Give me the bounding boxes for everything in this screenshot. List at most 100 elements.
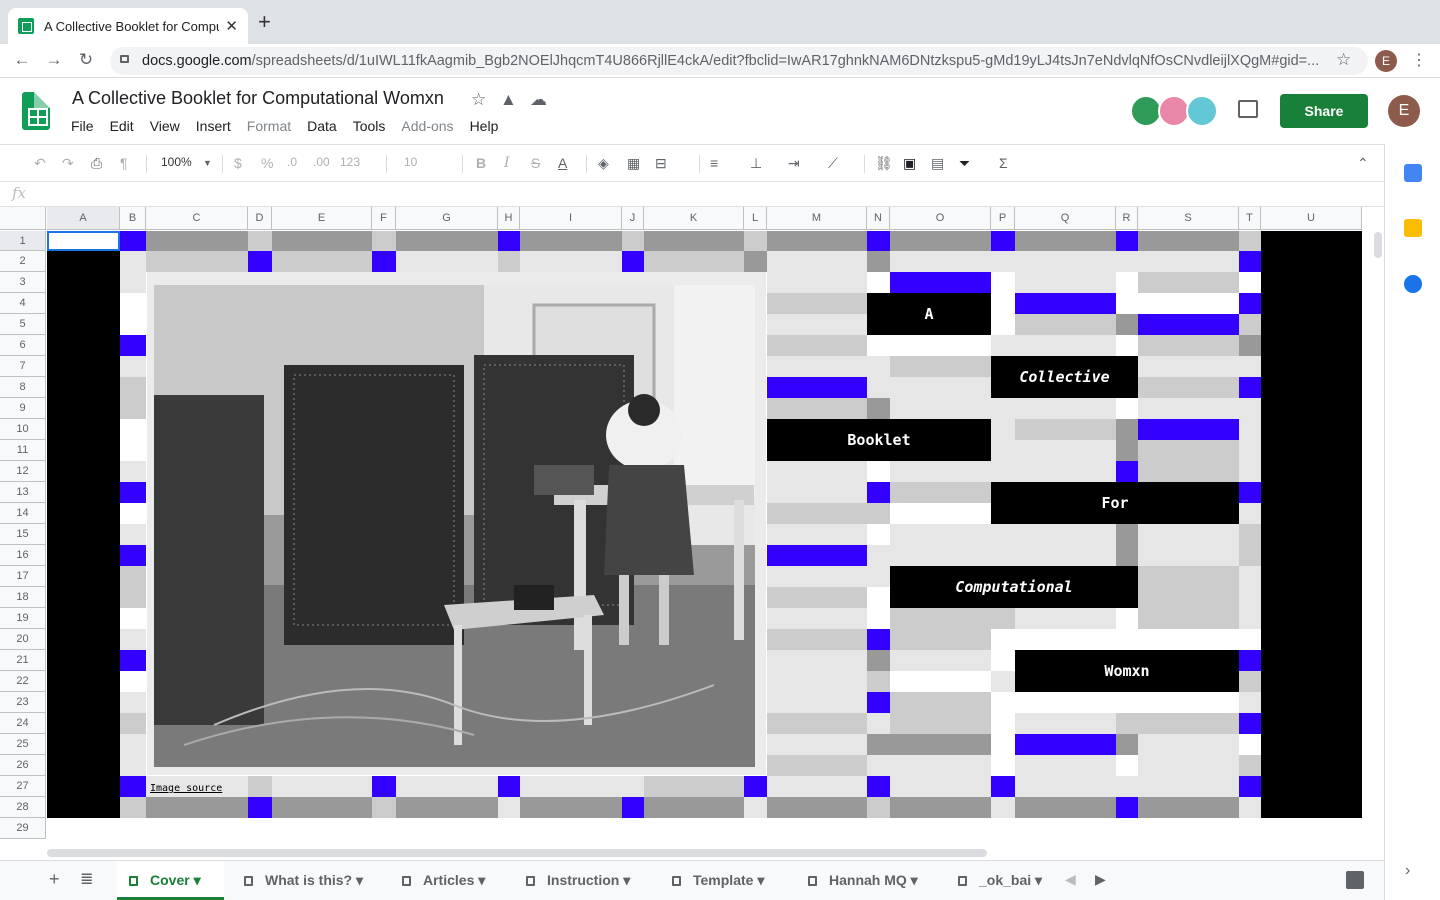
- cell[interactable]: [120, 671, 146, 692]
- cell[interactable]: [767, 335, 867, 356]
- cell[interactable]: [991, 440, 1015, 461]
- column-header-h[interactable]: H: [498, 207, 520, 230]
- cell[interactable]: [1116, 524, 1138, 545]
- cell[interactable]: [120, 587, 146, 608]
- row-header-22[interactable]: 22: [0, 671, 46, 692]
- column-header-g[interactable]: G: [396, 207, 498, 230]
- percent-format-button[interactable]: %: [261, 155, 273, 171]
- cell[interactable]: [991, 734, 1015, 755]
- cell[interactable]: [248, 231, 272, 251]
- row-header-3[interactable]: 3: [0, 272, 46, 293]
- cell[interactable]: [1239, 231, 1261, 251]
- zoom-dropdown-icon[interactable]: ▼: [203, 158, 212, 168]
- column-header-t[interactable]: T: [1239, 207, 1261, 230]
- row-header-18[interactable]: 18: [0, 587, 46, 608]
- cell[interactable]: [867, 650, 890, 671]
- cell[interactable]: [1239, 398, 1261, 419]
- column-header-o[interactable]: O: [890, 207, 991, 230]
- cell[interactable]: [1116, 440, 1138, 461]
- row-header-4[interactable]: 4: [0, 293, 46, 314]
- cell[interactable]: [991, 293, 1015, 314]
- cell[interactable]: [1015, 797, 1116, 818]
- menu-edit[interactable]: Edit: [110, 118, 134, 134]
- cell[interactable]: [890, 608, 991, 629]
- cell[interactable]: [1239, 461, 1261, 482]
- cell[interactable]: [1138, 377, 1239, 398]
- cell[interactable]: [1116, 231, 1138, 251]
- cell[interactable]: [520, 776, 622, 797]
- cell[interactable]: [890, 692, 991, 713]
- currency-format-button[interactable]: $: [234, 155, 242, 171]
- cell[interactable]: [867, 797, 890, 818]
- bold-icon[interactable]: B: [476, 155, 486, 171]
- selected-cell-a1[interactable]: [47, 231, 120, 251]
- cell[interactable]: [120, 419, 146, 440]
- cell[interactable]: [120, 629, 146, 650]
- row-header-24[interactable]: 24: [0, 713, 46, 734]
- cell[interactable]: [120, 713, 146, 734]
- column-header-u[interactable]: U: [1261, 207, 1362, 230]
- menu-addons[interactable]: Add-ons: [401, 118, 453, 134]
- cell[interactable]: [120, 461, 146, 482]
- title-word-for[interactable]: For: [991, 482, 1239, 524]
- reload-icon[interactable]: ↻: [74, 50, 98, 70]
- cell[interactable]: [1015, 545, 1116, 566]
- cell[interactable]: [622, 797, 644, 818]
- column-header-e[interactable]: E: [272, 207, 372, 230]
- back-icon[interactable]: ←: [10, 50, 34, 70]
- cell[interactable]: [1015, 713, 1116, 734]
- cell[interactable]: [396, 776, 498, 797]
- cell[interactable]: [867, 524, 890, 545]
- cell[interactable]: [1116, 734, 1138, 755]
- cell[interactable]: [890, 671, 991, 692]
- cell[interactable]: [1138, 272, 1239, 293]
- cell[interactable]: [867, 231, 890, 251]
- row-header-12[interactable]: 12: [0, 461, 46, 482]
- calendar-icon[interactable]: [1404, 164, 1422, 182]
- cell[interactable]: [867, 335, 890, 356]
- cell[interactable]: [1138, 629, 1239, 650]
- cell[interactable]: [867, 251, 890, 272]
- cell[interactable]: [890, 398, 991, 419]
- cell[interactable]: [1138, 293, 1239, 314]
- cell[interactable]: [1116, 293, 1138, 314]
- browser-menu-icon[interactable]: ⋮: [1411, 50, 1427, 70]
- cell[interactable]: [47, 251, 120, 818]
- cell[interactable]: [767, 231, 867, 251]
- cell[interactable]: [1015, 440, 1116, 461]
- cell[interactable]: [1015, 692, 1116, 713]
- collaborator-avatar[interactable]: [1186, 95, 1218, 127]
- sheet-tab-articles[interactable]: Articles ▾: [390, 861, 508, 900]
- cell[interactable]: [991, 419, 1015, 440]
- cell[interactable]: [622, 251, 644, 272]
- cell[interactable]: [767, 566, 867, 587]
- row-header-2[interactable]: 2: [0, 251, 46, 272]
- vertical-align-icon[interactable]: ⊥: [750, 155, 762, 172]
- cell[interactable]: [272, 231, 372, 251]
- cell[interactable]: [622, 776, 644, 797]
- cell[interactable]: [767, 755, 867, 776]
- cell[interactable]: [991, 461, 1015, 482]
- url-field[interactable]: docs.google.com/spreadsheets/d/1uIWL11fk…: [110, 47, 1368, 75]
- cell[interactable]: [991, 650, 1015, 671]
- cell[interactable]: [1239, 272, 1261, 293]
- cell[interactable]: [890, 482, 991, 503]
- cell[interactable]: [520, 231, 622, 251]
- cell[interactable]: [867, 545, 890, 566]
- cell[interactable]: [767, 545, 867, 566]
- cell[interactable]: [890, 272, 991, 293]
- cell[interactable]: [767, 524, 867, 545]
- row-header-19[interactable]: 19: [0, 608, 46, 629]
- column-header-m[interactable]: M: [767, 207, 867, 230]
- cell[interactable]: [991, 671, 1015, 692]
- cell[interactable]: [498, 797, 520, 818]
- cell[interactable]: [1138, 461, 1239, 482]
- cell[interactable]: [146, 251, 248, 272]
- sheet-tab-what-is-this[interactable]: What is this? ▾: [232, 861, 382, 900]
- title-word-collective[interactable]: Collective: [991, 356, 1138, 398]
- italic-icon[interactable]: I: [504, 155, 510, 171]
- cell[interactable]: [372, 231, 396, 251]
- cell[interactable]: [1138, 797, 1239, 818]
- cell[interactable]: [890, 650, 991, 671]
- cell[interactable]: [120, 608, 146, 629]
